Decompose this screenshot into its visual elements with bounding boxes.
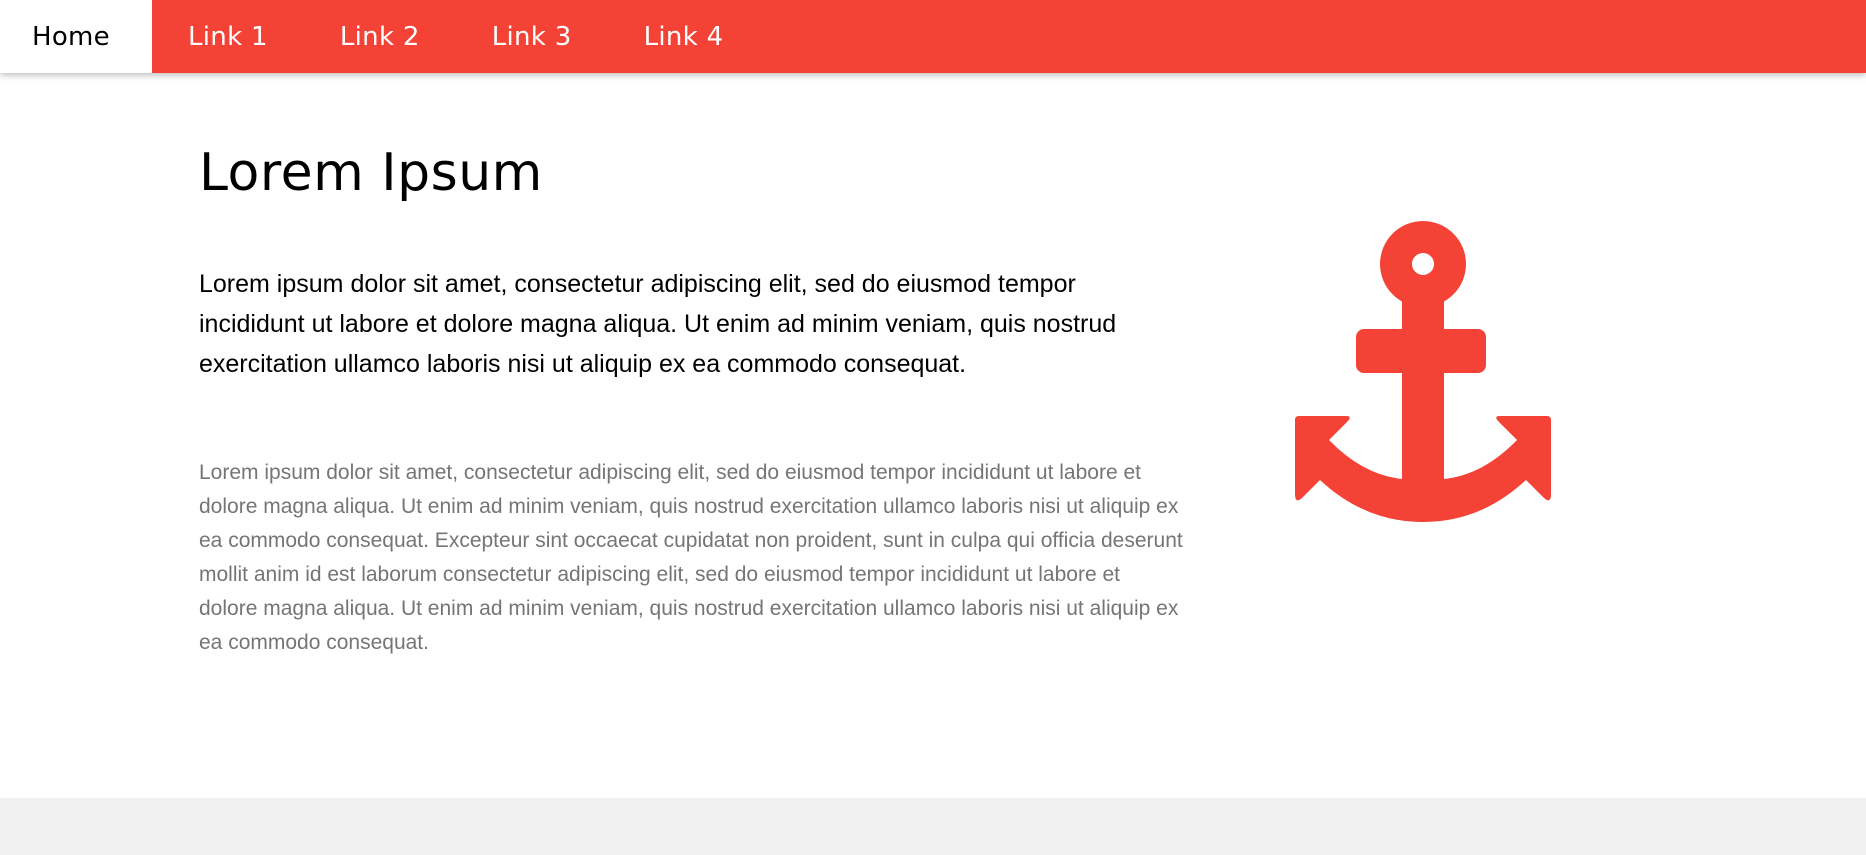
nav-link-3[interactable]: Link 3 (456, 0, 608, 73)
nav-link-1[interactable]: Link 1 (152, 0, 304, 73)
nav-home[interactable]: Home (0, 0, 152, 73)
anchor-icon (1270, 221, 1576, 523)
lead-paragraph: Lorem ipsum dolor sit amet, consectetur … (199, 270, 1117, 379)
body-paragraph: Lorem ipsum dolor sit amet, consectetur … (199, 461, 1183, 655)
nav-link-4[interactable]: Link 4 (608, 0, 760, 73)
nav-link-2[interactable]: Link 2 (304, 0, 456, 73)
footer-band (0, 798, 1866, 855)
text-column: Lorem Ipsum Lorem ipsum dolor sit amet, … (199, 143, 1184, 660)
top-navbar: Home Link 1 Link 2 Link 3 Link 4 (0, 0, 1866, 73)
page-title: Lorem Ipsum (199, 143, 543, 203)
main-content: Lorem Ipsum Lorem ipsum dolor sit amet, … (0, 73, 1866, 798)
